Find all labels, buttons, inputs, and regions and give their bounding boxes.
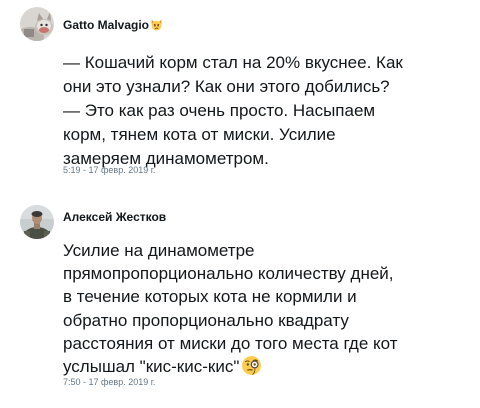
author-name[interactable]: Gatto Malvagio [63, 18, 163, 32]
tweet-text-content: Усилие на динамометре прямопропорциональ… [63, 241, 398, 377]
tweet-timestamp[interactable]: 7:50 - 17 февр. 2019 г. [63, 377, 155, 387]
tweet: Алексей Жестков Усилие на динамометре пр… [0, 196, 480, 408]
pouting-cat-emoji-icon [151, 19, 162, 31]
author-name[interactable]: Алексей Жестков [63, 210, 166, 224]
tweet-text: — Кошачий корм стал на 20% вкуснее. Как … [63, 53, 403, 168]
avatar[interactable] [20, 205, 54, 239]
author-name-text[interactable]: Gatto Malvagio [63, 18, 149, 32]
tweet: Gatto Malvagio — Кошачий корм стал на 20… [0, 0, 480, 196]
avatar[interactable] [20, 7, 54, 41]
tweet-text: Усилие на динамометре прямопропорциональ… [63, 239, 468, 378]
monocle-face-emoji-icon [242, 356, 262, 375]
cat-avatar-image [20, 7, 54, 41]
person-avatar-image [20, 205, 54, 239]
tweet-timestamp[interactable]: 5:19 - 17 февр. 2019 г. [63, 165, 155, 175]
